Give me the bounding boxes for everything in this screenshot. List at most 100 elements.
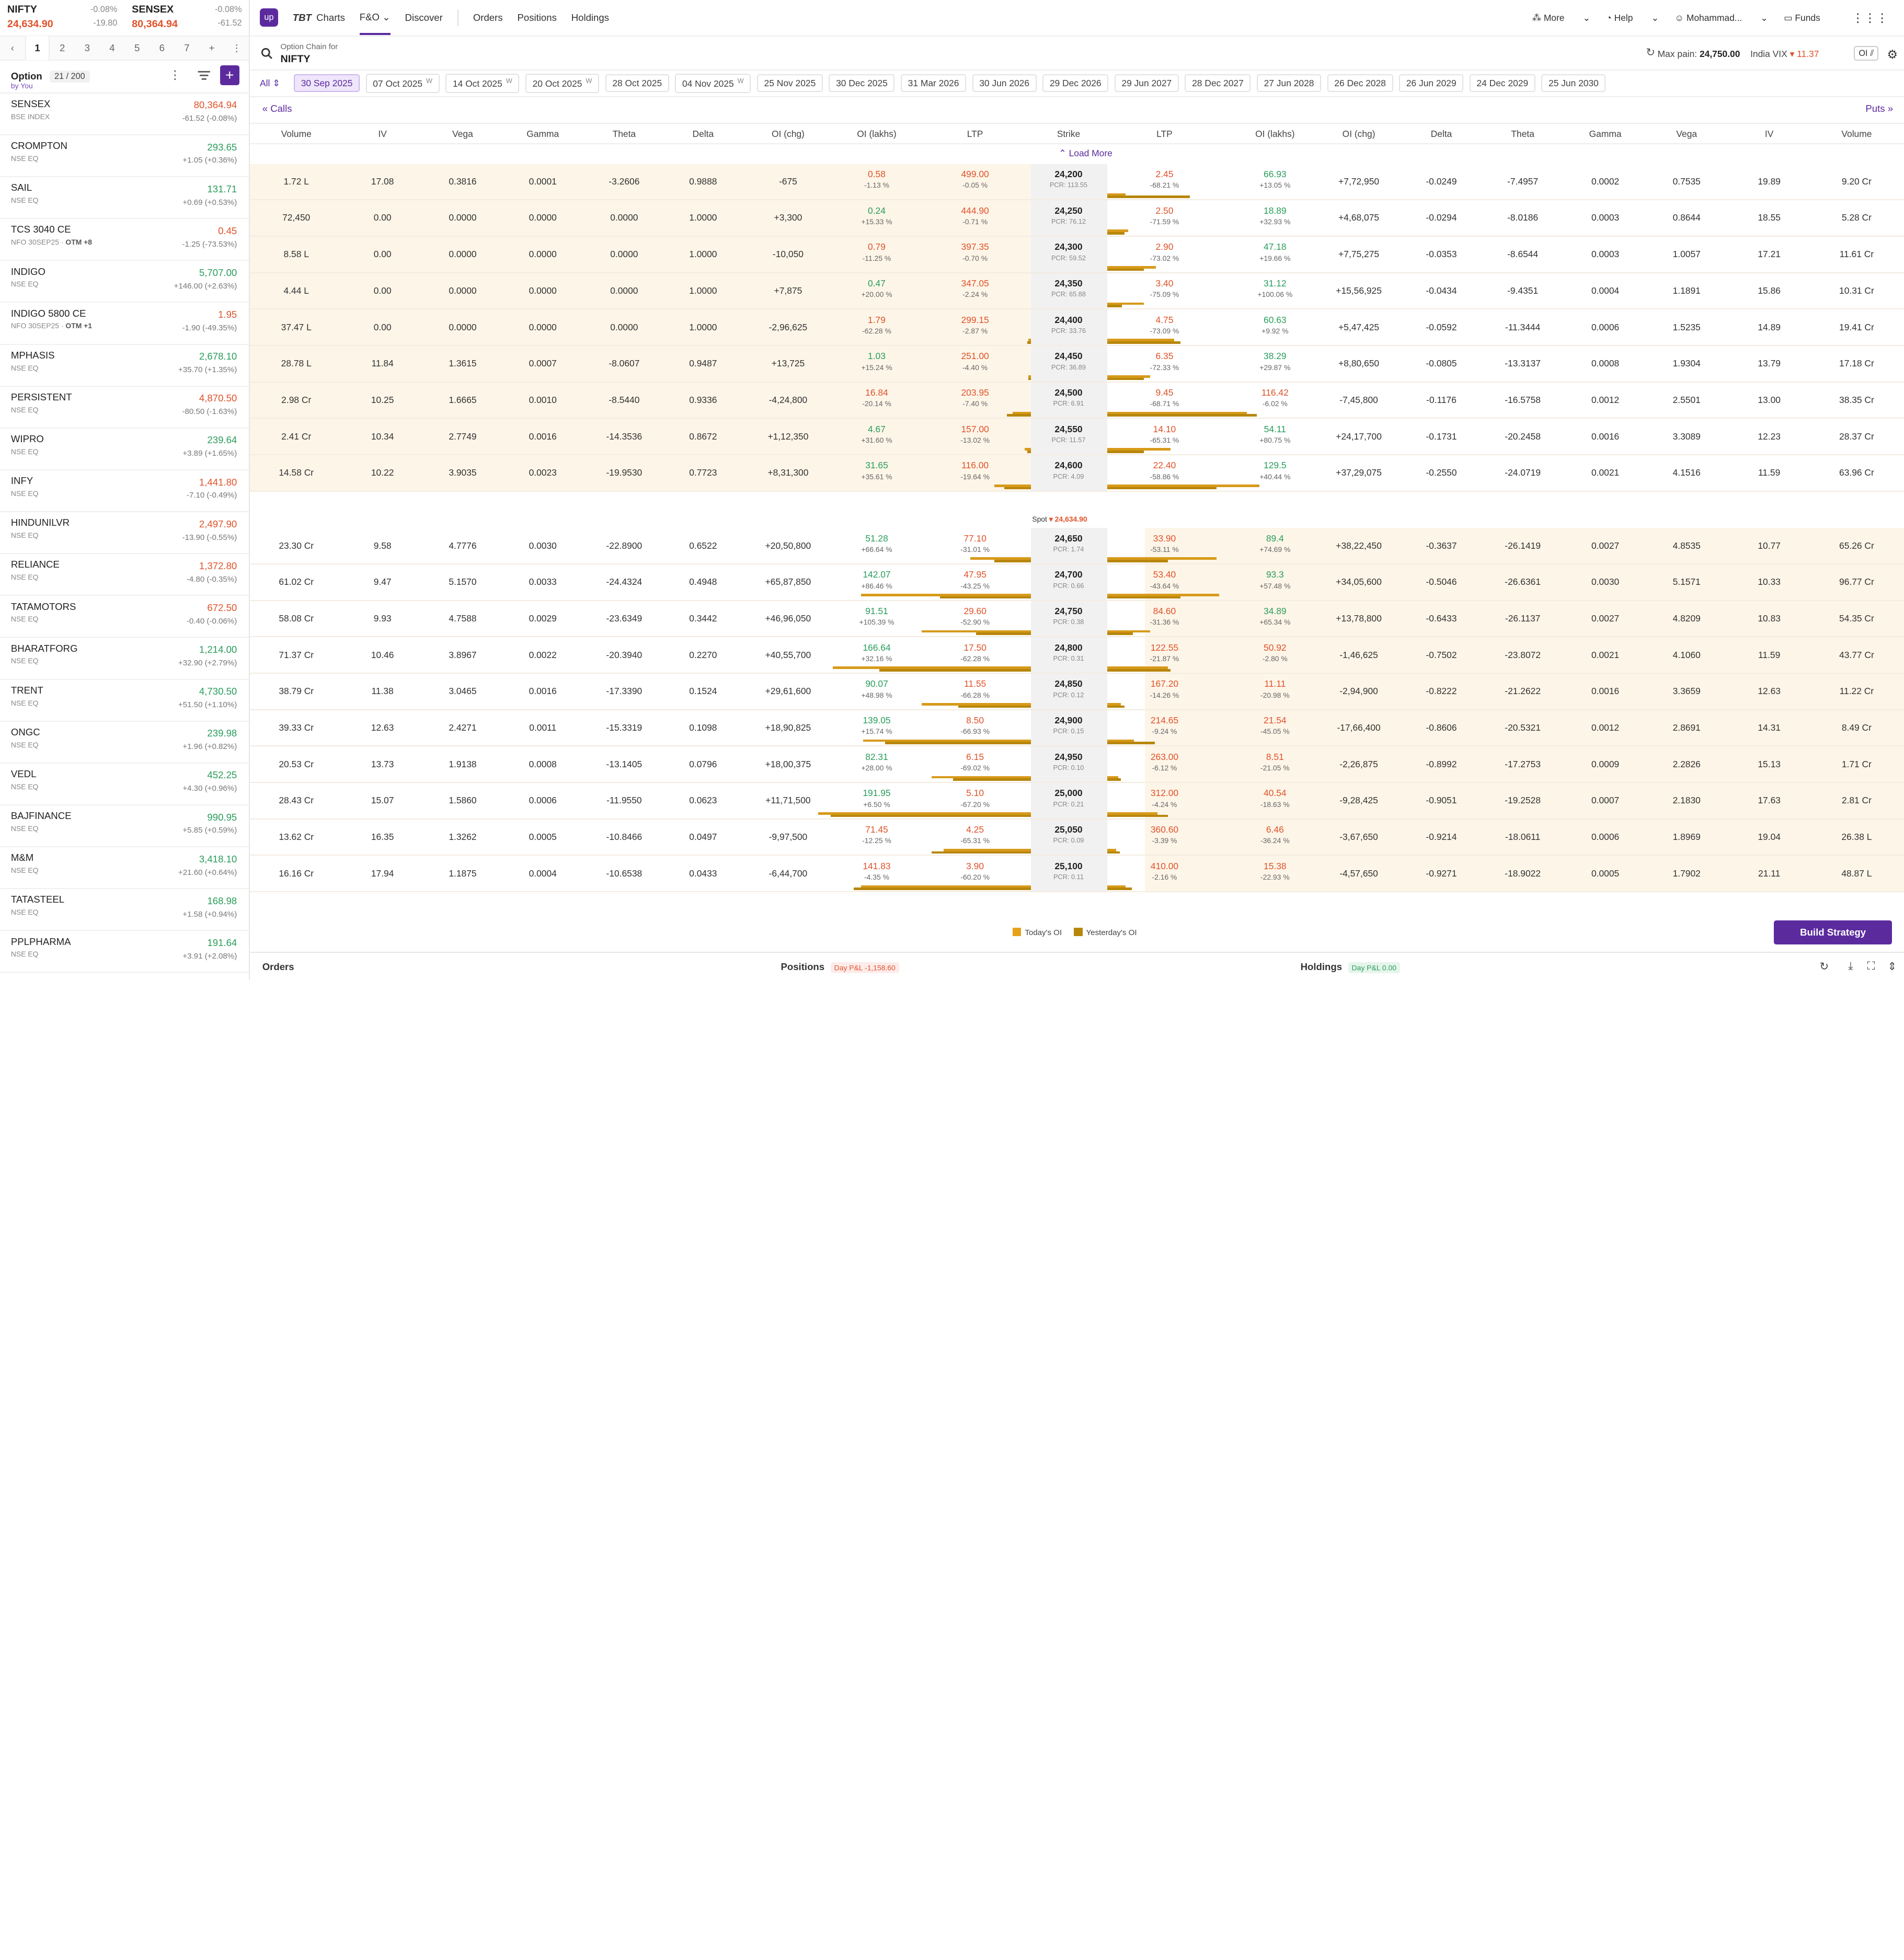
more-vertical-icon[interactable]: ⋮: [169, 68, 181, 82]
expiry-chip[interactable]: 07 Oct 2025 W: [365, 73, 440, 93]
watchlist-tab[interactable]: 2: [50, 42, 75, 54]
option-chain-row[interactable]: 20.53 Cr 13.73 1.9138 0.0008 -13.1405 0.0796 +…: [250, 746, 1904, 783]
expiry-chip[interactable]: 14 Oct 2025 W: [445, 73, 520, 93]
option-chain-row[interactable]: 61.02 Cr 9.47 5.1570 0.0033 -24.4324 0.4948 +6…: [250, 564, 1904, 601]
option-chain-row[interactable]: 28.43 Cr 15.07 1.5860 0.0006 -11.9550 0.0623 +…: [250, 783, 1904, 820]
search-icon[interactable]: [261, 48, 273, 60]
chain-cell-cl[interactable]: 3.90 -60.20 %: [960, 861, 990, 881]
puts-toggle[interactable]: Puts »: [1865, 103, 1893, 114]
index-nifty[interactable]: NIFTY -0.08% 24,634.90 -19.80: [0, 0, 124, 36]
nav-positions[interactable]: Positions: [517, 12, 556, 24]
chain-cell-col[interactable]: 166.64 +32.16 %: [861, 642, 892, 663]
watchlist-tab[interactable]: 6: [150, 42, 175, 54]
index-sensex[interactable]: SENSEX -0.08% 80,364.94 -61.52: [124, 0, 249, 36]
watchlist-item[interactable]: INDIGO NSE EQ 5,707.00 +146.00 (+2.63%): [0, 261, 249, 303]
expiry-chip[interactable]: 26 Jun 2029: [1399, 74, 1464, 93]
nav-orders[interactable]: Orders: [473, 12, 503, 24]
chain-cell-col[interactable]: 191.95 +6.50 %: [863, 788, 890, 808]
refresh-icon[interactable]: ↻: [1819, 960, 1829, 973]
nav-holdings[interactable]: Holdings: [571, 12, 609, 24]
chain-cell-pol[interactable]: 93.3 +57.48 %: [1259, 569, 1290, 590]
option-chain-row[interactable]: 72,450 0.00 0.0000 0.0000 0.0000 1.0000 +3,300…: [250, 200, 1904, 237]
chain-cell-pl[interactable]: 122.55 -21.87 %: [1150, 642, 1179, 663]
footer-positions[interactable]: Positions Day P&L -1,158.60: [781, 961, 899, 973]
chain-cell-cl[interactable]: 157.00 -13.02 %: [960, 424, 990, 444]
strike-cell[interactable]: 24,800 PCR: 0.31: [1053, 642, 1084, 662]
footer-holdings[interactable]: Holdings Day P&L 0.00: [1301, 961, 1400, 973]
expiry-chip[interactable]: 30 Jun 2026: [972, 74, 1037, 93]
expiry-filter[interactable]: All ⇕: [260, 78, 294, 89]
underlying-symbol[interactable]: NIFTY: [281, 53, 311, 65]
chain-cell-pol[interactable]: 18.89 +32.93 %: [1259, 205, 1290, 226]
strike-cell[interactable]: 24,900 PCR: 0.15: [1053, 715, 1084, 735]
chain-cell-cl[interactable]: 8.50 -66.93 %: [960, 715, 990, 735]
watchlist-tab[interactable]: 4: [100, 42, 125, 54]
chain-cell-pol[interactable]: 89.4 +74.69 %: [1259, 533, 1290, 554]
option-chain-row[interactable]: 14.58 Cr 10.22 3.9035 0.0023 -19.9530 0.7723 +…: [250, 455, 1904, 492]
chain-cell-pl[interactable]: 214.65 -9.24 %: [1151, 715, 1178, 735]
chain-cell-pol[interactable]: 60.63 +9.92 %: [1261, 315, 1288, 335]
chain-cell-pl[interactable]: 360.60 -3.39 %: [1151, 824, 1178, 845]
expiry-chip[interactable]: 30 Sep 2025: [294, 74, 360, 93]
chain-cell-pol[interactable]: 54.11 +80.75 %: [1259, 424, 1290, 444]
strike-cell[interactable]: 24,650 PCR: 1.74: [1053, 533, 1084, 553]
chain-cell-col[interactable]: 139.05 +15.74 %: [861, 715, 892, 735]
chain-cell-pol[interactable]: 11.11 -20.98 %: [1260, 678, 1290, 699]
strike-cell[interactable]: 25,050 PCR: 0.09: [1053, 824, 1084, 844]
expiry-chip[interactable]: 25 Nov 2025: [756, 74, 823, 93]
expiry-chip[interactable]: 28 Dec 2027: [1185, 74, 1251, 93]
nav-discover[interactable]: Discover: [405, 12, 443, 24]
strike-cell[interactable]: 24,350 PCR: 65.88: [1051, 278, 1086, 298]
chain-cell-col[interactable]: 1.79 -62.28 %: [862, 315, 891, 335]
add-tab-button[interactable]: +: [199, 42, 224, 54]
help-menu[interactable]: ◔ Help ⌄: [1606, 13, 1659, 24]
strike-cell[interactable]: 24,600 PCR: 4.09: [1053, 460, 1084, 480]
chain-cell-cl[interactable]: 397.35 -0.70 %: [961, 241, 989, 262]
chain-cell-pl[interactable]: 33.90 -53.11 %: [1150, 533, 1179, 554]
option-chain-row[interactable]: 4.44 L 0.00 0.0000 0.0000 0.0000 1.0000 +7,875…: [250, 273, 1904, 310]
chain-cell-col[interactable]: 1.03 +15.24 %: [861, 351, 892, 371]
chain-cell-col[interactable]: 16.84 -20.14 %: [862, 387, 891, 408]
chain-cell-cl[interactable]: 299.15 -2.87 %: [961, 315, 989, 335]
watchlist-item[interactable]: VEDL NSE EQ 452.25 +4.30 (+0.96%): [0, 764, 249, 805]
chain-cell-col[interactable]: 0.47 +20.00 %: [861, 278, 892, 298]
option-chain-row[interactable]: 16.16 Cr 17.94 1.1875 0.0004 -10.6538 0.0433 -…: [250, 856, 1904, 893]
app-logo[interactable]: up: [260, 8, 278, 27]
option-chain-row[interactable]: 8.58 L 0.00 0.0000 0.0000 0.0000 1.0000 -10,05…: [250, 236, 1904, 273]
expiry-chip[interactable]: 24 Dec 2029: [1469, 74, 1535, 93]
option-chain-row[interactable]: 1.72 L 17.08 0.3816 0.0001 -3.2606 0.9888 -675…: [250, 164, 1904, 201]
apps-grid-icon[interactable]: ⋮⋮⋮: [1852, 11, 1888, 25]
watchlist-item[interactable]: TCS 3040 CE NFO 30SEP25 · OTM +8 0.45 -1.25…: [0, 219, 249, 261]
watchlist-item[interactable]: RELIANCE NSE EQ 1,372.80 -4.80 (-0.35%): [0, 554, 249, 596]
strike-cell[interactable]: 24,500 PCR: 6.91: [1053, 387, 1084, 407]
nav-charts[interactable]: Charts: [316, 12, 345, 24]
chain-cell-pol[interactable]: 38.29 +29.87 %: [1259, 351, 1290, 371]
strike-cell[interactable]: 24,950 PCR: 0.10: [1053, 752, 1084, 771]
chain-cell-pol[interactable]: 40.54 -18.63 %: [1260, 788, 1290, 808]
watchlist-item[interactable]: TATAMOTORS NSE EQ 672.50 -0.40 (-0.06%): [0, 596, 249, 638]
chain-cell-cl[interactable]: 5.10 -67.20 %: [960, 788, 990, 808]
chain-cell-pl[interactable]: 4.75 -73.09 %: [1150, 315, 1179, 335]
chain-cell-pl[interactable]: 22.40 -58.86 %: [1150, 460, 1179, 480]
build-strategy-button[interactable]: Build Strategy: [1774, 920, 1892, 945]
expand-icon[interactable]: ⛶: [1867, 960, 1875, 973]
watchlist-item[interactable]: PPLPHARMA NSE EQ 191.64 +3.91 (+2.08%): [0, 931, 249, 973]
watchlist-tab[interactable]: 7: [175, 42, 200, 54]
chain-cell-pol[interactable]: 47.18 +19.66 %: [1259, 241, 1290, 262]
add-instrument-button[interactable]: +: [220, 65, 239, 85]
strike-cell[interactable]: 24,250 PCR: 76.12: [1051, 205, 1086, 225]
chain-cell-cl[interactable]: 4.25 -65.31 %: [960, 824, 990, 845]
chain-cell-cl[interactable]: 6.15 -69.02 %: [960, 752, 990, 772]
refresh-icon[interactable]: ↻: [1646, 46, 1655, 59]
chain-cell-pl[interactable]: 14.10 -65.31 %: [1150, 424, 1179, 444]
option-chain-row[interactable]: 71.37 Cr 10.46 3.8967 0.0022 -20.3940 0.2270 +…: [250, 637, 1904, 674]
chain-cell-pol[interactable]: 50.92 -2.80 %: [1263, 642, 1288, 663]
strike-cell[interactable]: 24,450 PCR: 36.89: [1051, 351, 1086, 371]
chain-cell-pl[interactable]: 53.40 -43.64 %: [1150, 569, 1179, 590]
watchlist-item[interactable]: INFY NSE EQ 1,441.80 -7.10 (-0.49%): [0, 470, 249, 513]
chevron-updown-icon[interactable]: ⇕: [1888, 960, 1897, 973]
chain-cell-pol[interactable]: 15.38 -22.93 %: [1260, 861, 1290, 881]
chain-cell-col[interactable]: 71.45 -12.25 %: [862, 824, 891, 845]
chain-cell-col[interactable]: 82.31 +28.00 %: [861, 752, 892, 772]
watchlist-item[interactable]: INDIGO 5800 CE NFO 30SEP25 · OTM +1 1.95 -1…: [0, 303, 249, 345]
